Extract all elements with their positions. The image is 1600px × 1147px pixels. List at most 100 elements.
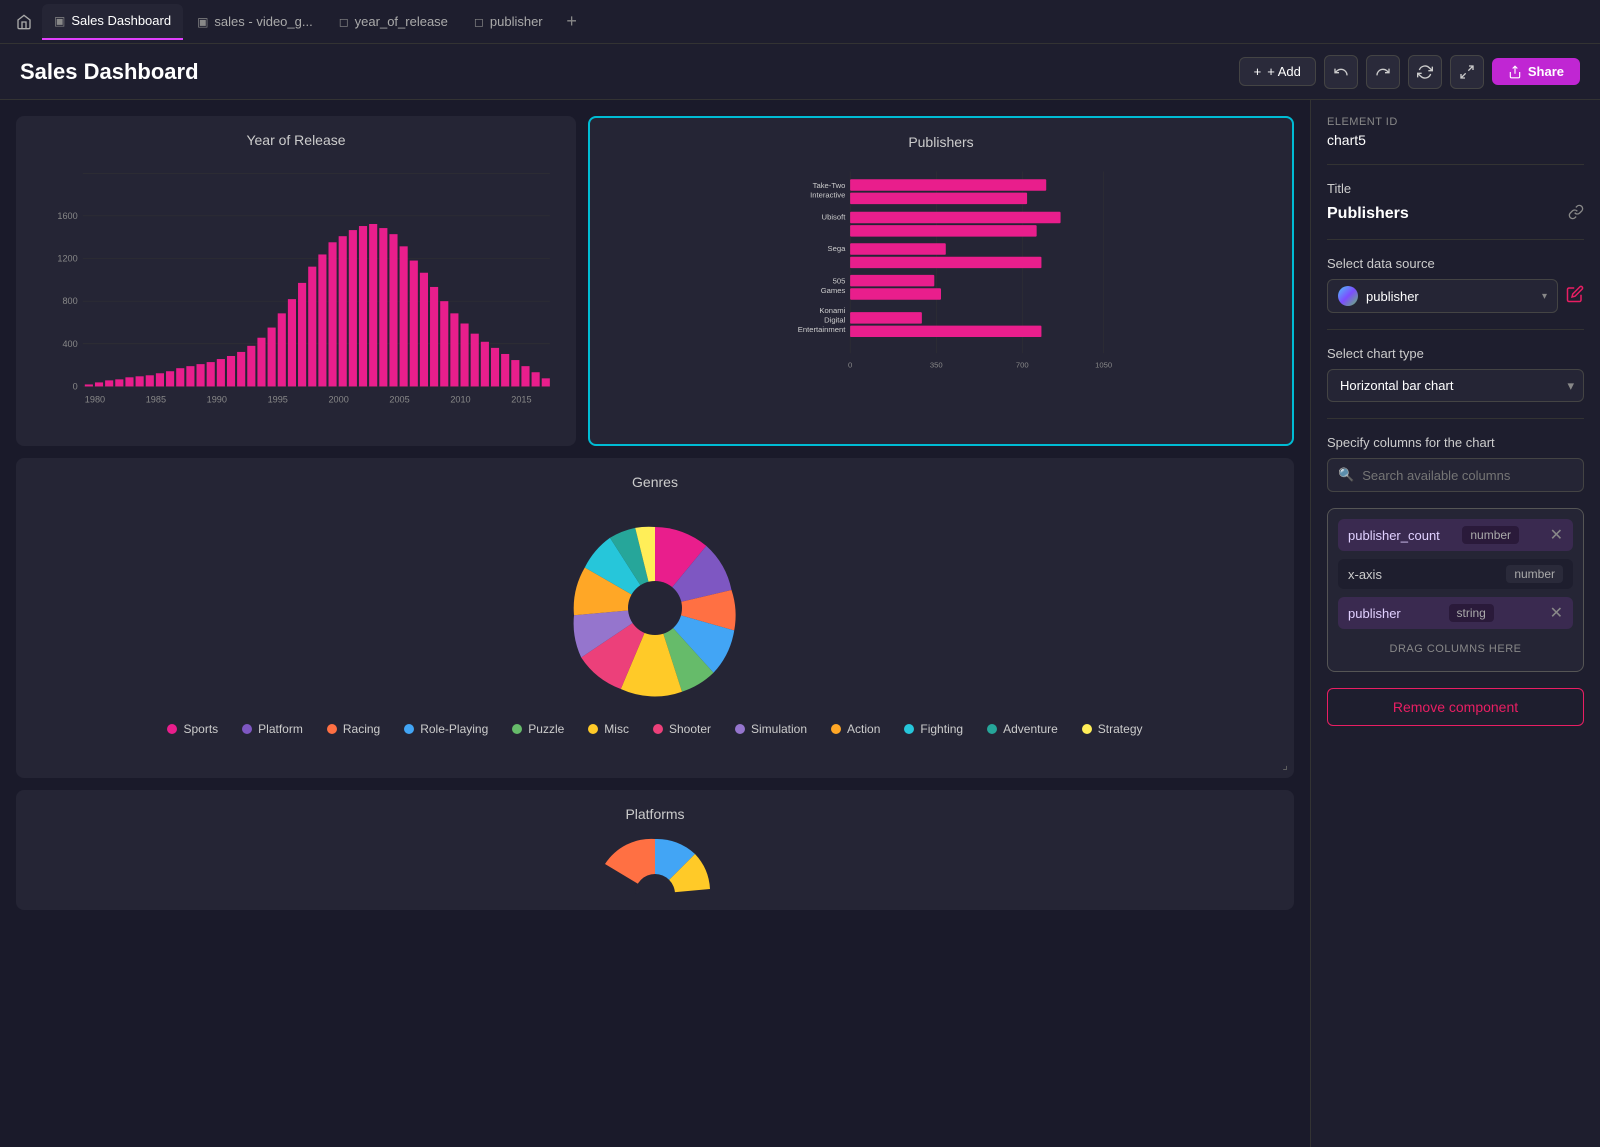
legend-item-platform: Platform [242, 722, 303, 736]
datasource-label: Select data source [1327, 256, 1584, 271]
x-axis-label: x-axis [1348, 567, 1382, 582]
svg-text:Entertainment: Entertainment [798, 325, 846, 334]
divider-1 [1327, 164, 1584, 165]
x-axis-row: x-axis number [1338, 559, 1573, 589]
svg-text:1985: 1985 [146, 395, 166, 405]
publishers-svg: Take-Two Interactive Ubisoft Sega [614, 162, 1268, 382]
page-title: Sales Dashboard [20, 59, 199, 85]
element-id-value: chart5 [1327, 132, 1584, 148]
right-sidebar: Element ID chart5 Title Select data sour… [1310, 100, 1600, 1147]
legend-item-sports: Sports [167, 722, 218, 736]
tab-sales-dashboard[interactable]: ▣ Sales Dashboard [42, 4, 183, 40]
remove-component-button[interactable]: Remove component [1327, 688, 1584, 726]
svg-text:2000: 2000 [328, 395, 348, 405]
svg-text:Take-Two: Take-Two [813, 181, 846, 190]
column-chips-container: publisher_count number ✕ x-axis number p… [1327, 508, 1584, 672]
title-section-label: Title [1327, 181, 1584, 196]
svg-text:1995: 1995 [268, 395, 288, 405]
share-button[interactable]: Share [1492, 58, 1580, 85]
add-plus-icon: + [1254, 64, 1262, 79]
svg-text:Ubisoft: Ubisoft [822, 212, 847, 221]
title-input-row [1327, 204, 1584, 223]
svg-text:0: 0 [848, 361, 852, 370]
link-icon[interactable] [1568, 204, 1584, 223]
chart-type-select-wrapper: Horizontal bar chart ▾ [1327, 369, 1584, 402]
datasource-section: Select data source publisher ▾ [1327, 256, 1584, 313]
genres-legend: Sports Platform Racing Role-Playing [167, 722, 1142, 736]
columns-label: Specify columns for the chart [1327, 435, 1584, 450]
tab-sales-video-g[interactable]: ▣ sales - video_g... [185, 4, 325, 40]
genres-pie-svg [565, 518, 745, 698]
element-id-label: Element ID [1327, 116, 1584, 128]
column-chip-publisher: publisher string ✕ [1338, 597, 1573, 629]
legend-item-fighting: Fighting [904, 722, 963, 736]
tab-year-of-release[interactable]: ◻ year_of_release [327, 4, 460, 40]
dashboard: Year of Release 0 400 800 1 [0, 100, 1310, 1147]
chip-close-publisher-count[interactable]: ✕ [1550, 525, 1563, 545]
legend-dot-puzzle [512, 724, 522, 734]
add-button[interactable]: + + Add [1239, 57, 1316, 86]
undo-button[interactable] [1324, 55, 1358, 89]
search-columns-input[interactable] [1362, 468, 1573, 483]
datasource-select[interactable]: publisher ▾ [1327, 279, 1558, 313]
legend-item-action: Action [831, 722, 880, 736]
resize-handle[interactable]: ⌟ [1282, 758, 1288, 772]
genres-chart: Genres [16, 458, 1294, 778]
legend-item-simulation: Simulation [735, 722, 807, 736]
chip-name-publisher-count: publisher_count [1348, 528, 1440, 543]
tab-year-icon: ◻ [339, 15, 349, 29]
x-axis-type: number [1506, 565, 1563, 583]
add-tab-button[interactable]: + [557, 7, 587, 37]
chip-close-publisher[interactable]: ✕ [1550, 603, 1563, 623]
search-icon: 🔍 [1338, 467, 1354, 483]
legend-dot-action [831, 724, 841, 734]
svg-text:1600: 1600 [57, 211, 77, 221]
datasource-row: publisher ▾ [1327, 279, 1584, 313]
divider-3 [1327, 329, 1584, 330]
svg-text:1990: 1990 [207, 395, 227, 405]
tab-sales-dashboard-icon: ▣ [54, 14, 65, 28]
svg-text:1200: 1200 [57, 254, 77, 264]
legend-item-strategy: Strategy [1082, 722, 1143, 736]
platforms-chart: Platforms [16, 790, 1294, 910]
datasource-edit-icon[interactable] [1566, 285, 1584, 308]
legend-item-racing: Racing [327, 722, 380, 736]
home-icon[interactable] [8, 6, 40, 38]
expand-button[interactable] [1450, 55, 1484, 89]
tab-publisher[interactable]: ◻ publisher [462, 4, 555, 40]
legend-item-adventure: Adventure [987, 722, 1058, 736]
publishers-chart-body: Take-Two Interactive Ubisoft Sega [606, 162, 1276, 385]
svg-text:Sega: Sega [827, 244, 846, 253]
title-input[interactable] [1327, 205, 1560, 223]
legend-dot-platform [242, 724, 252, 734]
genres-title: Genres [32, 474, 1278, 490]
legend-item-puzzle: Puzzle [512, 722, 564, 736]
legend-dot-role-playing [404, 724, 414, 734]
legend-dot-racing [327, 724, 337, 734]
charts-row-1: Year of Release 0 400 800 1 [16, 116, 1294, 446]
platforms-pie-partial [595, 834, 715, 894]
tab-bar: ▣ Sales Dashboard ▣ sales - video_g... ◻… [0, 0, 1600, 44]
chart-type-section: Select chart type Horizontal bar chart ▾ [1327, 346, 1584, 402]
legend-dot-sports [167, 724, 177, 734]
redo-button[interactable] [1366, 55, 1400, 89]
svg-text:Konami: Konami [819, 306, 845, 315]
chart-type-select[interactable]: Horizontal bar chart [1327, 369, 1584, 402]
title-section: Title [1327, 181, 1584, 223]
element-id-section: Element ID chart5 [1327, 116, 1584, 148]
divider-4 [1327, 418, 1584, 419]
legend-dot-adventure [987, 724, 997, 734]
refresh-button[interactable] [1408, 55, 1442, 89]
legend-dot-strategy [1082, 724, 1092, 734]
datasource-dropdown-arrow: ▾ [1542, 291, 1547, 302]
column-chip-publisher-count: publisher_count number ✕ [1338, 519, 1573, 551]
divider-2 [1327, 239, 1584, 240]
tab-publisher-icon: ◻ [474, 15, 484, 29]
search-columns-input-wrapper: 🔍 [1327, 458, 1584, 492]
svg-text:Digital: Digital [824, 316, 846, 325]
svg-text:1050: 1050 [1095, 361, 1112, 370]
svg-text:400: 400 [62, 339, 77, 349]
svg-text:2005: 2005 [389, 395, 409, 405]
svg-text:700: 700 [1016, 361, 1029, 370]
year-of-release-bar-container: 0 400 800 1200 1600 [32, 160, 560, 420]
